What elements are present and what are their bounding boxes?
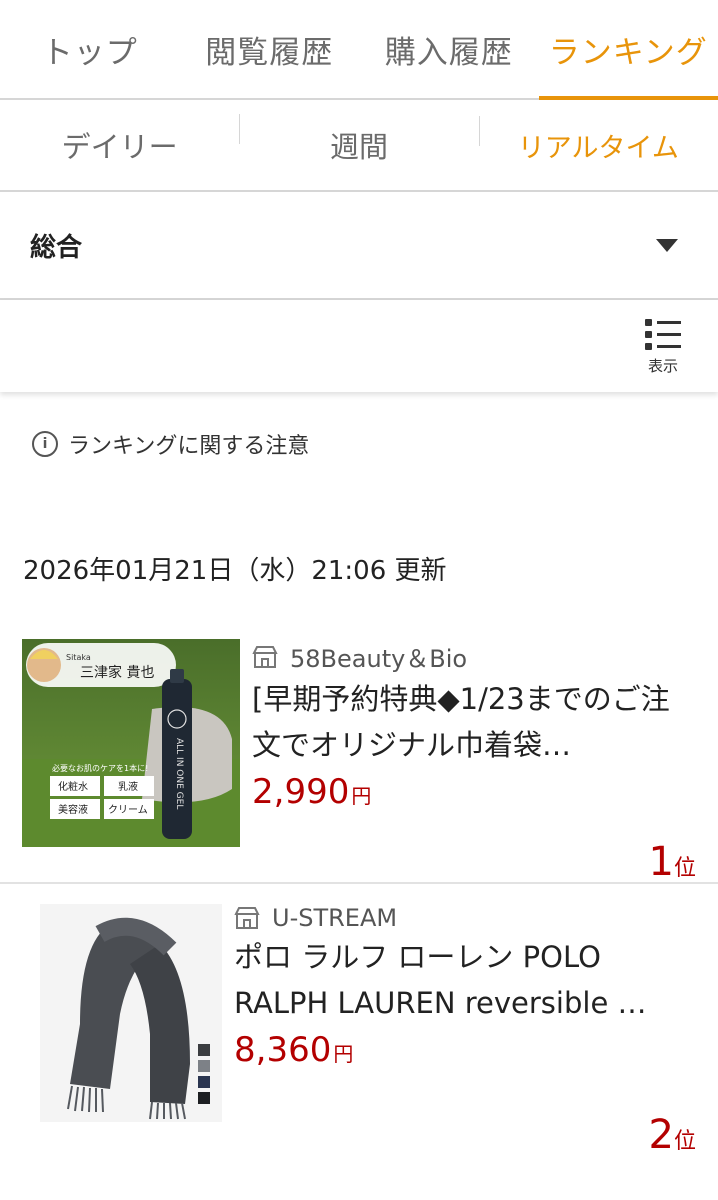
updated-timestamp: 2026年01月21日（水）21:06 更新 [23,556,447,586]
svg-text:ALL IN ONE GEL: ALL IN ONE GEL [174,738,184,809]
list-view-icon [645,319,681,350]
shop-row[interactable]: 58Beauty＆Bio [252,639,696,674]
rank-unit: 位 [673,1129,696,1154]
notice-text: ランキングに関する注意 [68,434,310,459]
rank-number: 2 [648,1112,674,1158]
price-unit: 円 [351,784,372,808]
period-tabs: デイリー 週間 リアルタイム [0,100,718,192]
rank-badge: 1位 [649,839,696,885]
svg-text:美容液: 美容液 [58,803,88,816]
rank-number: 1 [648,839,674,885]
svg-text:三津家 貴也: 三津家 貴也 [80,664,154,681]
chevron-down-icon [656,238,678,252]
view-toggle-button[interactable]: 表示 [638,318,688,376]
product-title[interactable]: ポロ ラルフ ローレン POLO RALPH LAUREN reversible… [234,934,664,1026]
product-image[interactable]: Sitaka 三津家 貴也 ALL IN ONE GEL 必要なお肌のケアを1本… [22,639,240,882]
shop-icon [252,645,278,668]
tab-daily[interactable]: デイリー [0,124,239,166]
svg-text:化粧水: 化粧水 [58,780,88,793]
category-label: 総合 [30,232,83,263]
rank-unit: 位 [673,856,696,881]
product-info: U-STREAM ポロ ラルフ ローレン POLO RALPH LAUREN r… [222,904,696,1169]
tab-purchase-history[interactable]: 購入履歴 [359,0,539,98]
product-price: 2,990 円 [252,772,696,812]
view-label: 表示 [647,357,678,375]
toolbar: 表示 [0,300,718,392]
product-price: 8,360 円 [234,1030,696,1070]
shop-row[interactable]: U-STREAM [234,904,696,932]
ranking-notice-link[interactable]: i ランキングに関する注意 [0,428,718,460]
tab-top[interactable]: トップ [0,0,180,98]
product-info: 58Beauty＆Bio [早期予約特典◆1/23までのご注文でオリジナル巾着袋… [240,639,696,882]
tab-weekly[interactable]: 週間 [239,114,478,166]
svg-text:必要なお肌のケアを1本に!: 必要なお肌のケアを1本に! [52,763,148,773]
product-title[interactable]: [早期予約特典◆1/23までのご注文でオリジナル巾着袋… [252,676,682,768]
svg-text:クリーム: クリーム [108,804,148,816]
price-unit: 円 [333,1042,354,1066]
product-image[interactable] [22,904,222,1169]
svg-text:乳液: 乳液 [118,780,138,793]
info-icon: i [32,431,58,457]
tab-browsing-history[interactable]: 閲覧履歴 [180,0,360,98]
top-tabs: トップ 閲覧履歴 購入履歴 ランキング [0,0,718,100]
rank-badge: 2位 [649,1112,696,1158]
category-select[interactable]: 総合 [0,192,718,300]
price-value: 8,360 [234,1030,332,1070]
price-value: 2,990 [252,772,350,812]
tab-realtime[interactable]: リアルタイム [478,115,718,165]
shop-name: 58Beauty＆Bio [290,645,468,673]
svg-text:Sitaka: Sitaka [66,653,91,662]
shop-icon [234,907,260,929]
shop-name: U-STREAM [272,904,398,932]
ranking-item[interactable]: Sitaka 三津家 貴也 ALL IN ONE GEL 必要なお肌のケアを1本… [0,639,718,885]
tab-ranking[interactable]: ランキング [538,0,718,100]
ranking-item[interactable]: U-STREAM ポロ ラルフ ローレン POLO RALPH LAUREN r… [0,884,718,1169]
